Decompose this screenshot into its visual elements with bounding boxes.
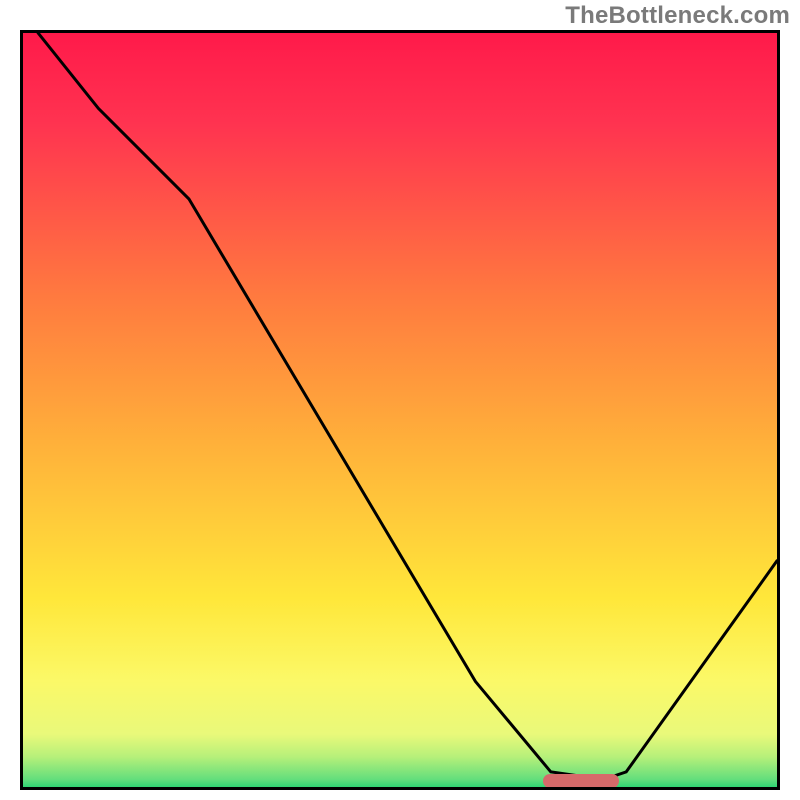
chart-plot-area (20, 30, 780, 790)
watermark-text: TheBottleneck.com (565, 2, 790, 30)
optimum-marker (543, 774, 618, 788)
chart-curve (23, 33, 777, 787)
